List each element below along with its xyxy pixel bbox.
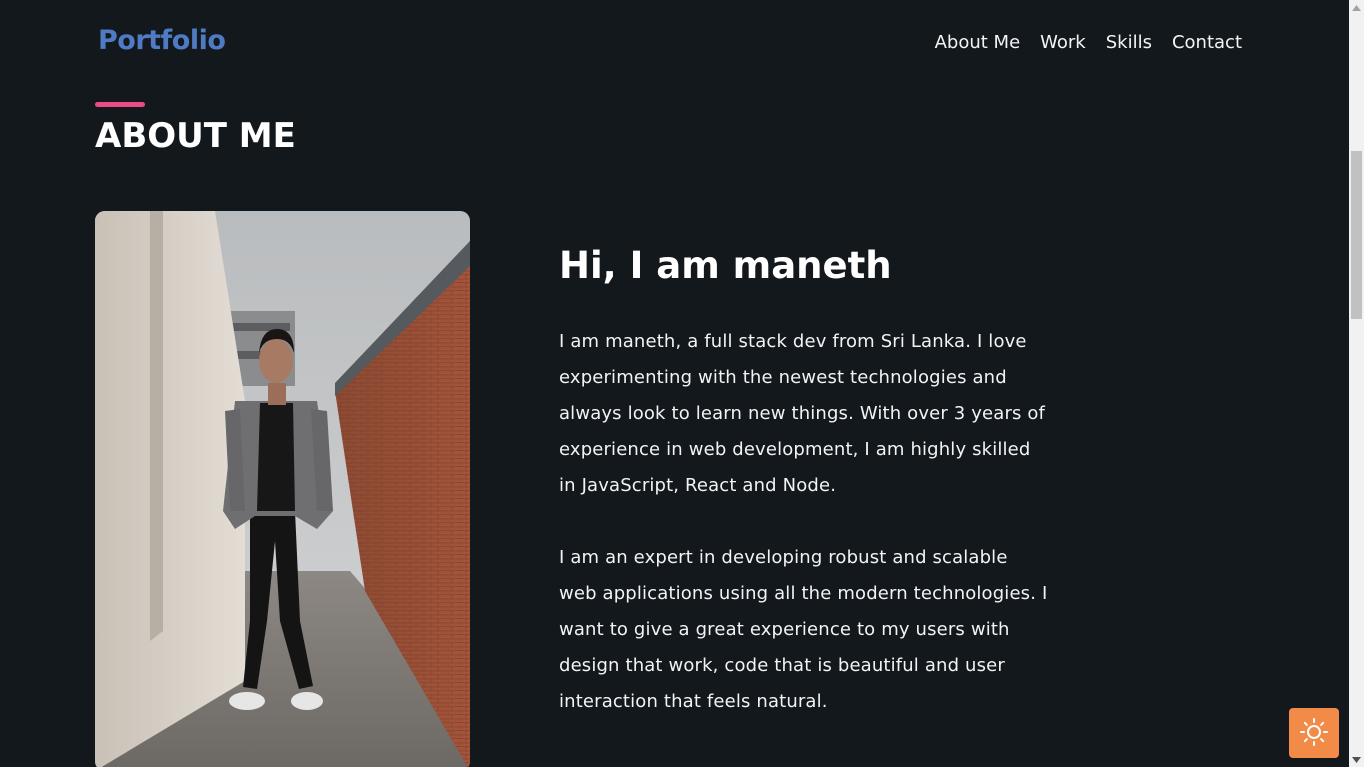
nav-link-about-me[interactable]: About Me xyxy=(935,32,1021,53)
theme-toggle-button[interactable] xyxy=(1289,708,1339,758)
profile-photo xyxy=(95,211,470,767)
greeting-heading: Hi, I am maneth xyxy=(559,244,892,287)
nav-link-work[interactable]: Work xyxy=(1040,32,1086,53)
nav-link-skills[interactable]: Skills xyxy=(1106,32,1152,53)
logo-link[interactable]: Portfolio xyxy=(98,25,226,56)
scrollbar-thumb[interactable] xyxy=(1351,151,1362,319)
about-paragraph-2: I am an expert in developing robust and … xyxy=(559,547,1048,712)
section-title: ABOUT ME xyxy=(95,116,296,156)
scroll-down-arrow-icon[interactable] xyxy=(1349,752,1364,767)
nav-link-contact[interactable]: Contact xyxy=(1172,32,1242,53)
nav-links: About Me Work Skills Contact xyxy=(935,32,1242,53)
top-navbar: Portfolio About Me Work Skills Contact xyxy=(0,0,1349,88)
vertical-scrollbar[interactable] xyxy=(1349,0,1364,767)
scroll-up-arrow-icon[interactable] xyxy=(1349,0,1364,15)
sun-icon xyxy=(1299,717,1329,750)
about-paragraph-1: I am maneth, a full stack dev from Sri L… xyxy=(559,331,1046,496)
section-accent-bar xyxy=(95,102,145,107)
page: Portfolio About Me Work Skills Contact A… xyxy=(0,0,1364,767)
